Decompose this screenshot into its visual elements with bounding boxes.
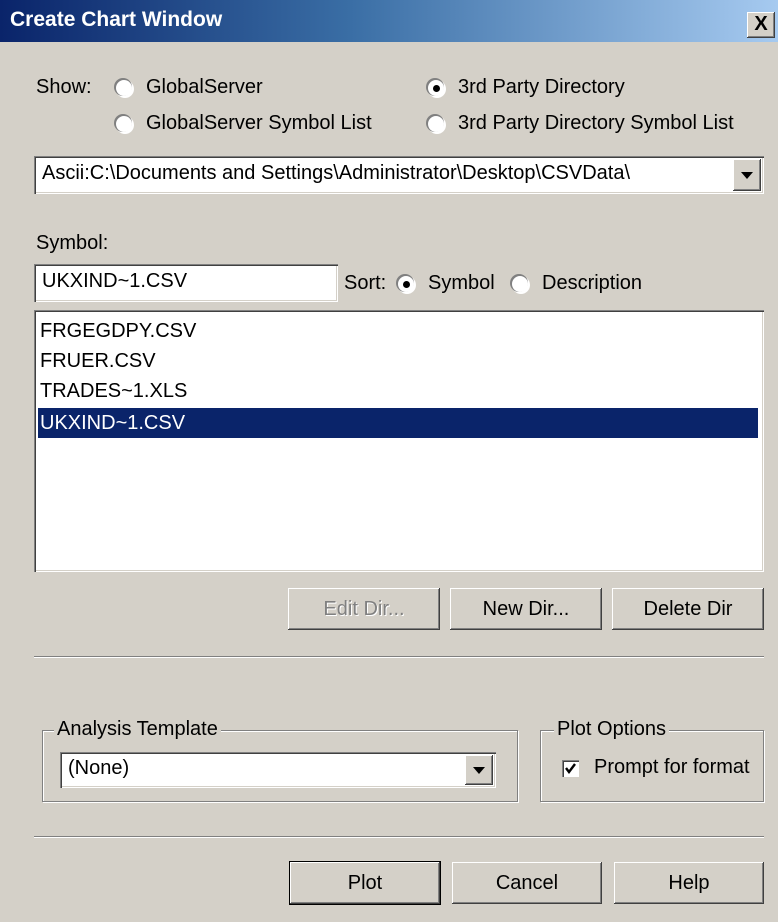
window-title: Create Chart Window <box>10 8 223 31</box>
separator <box>34 836 764 838</box>
new-dir-button[interactable]: New Dir... <box>450 588 602 630</box>
symbol-label: Symbol: <box>36 232 109 254</box>
radio-3rd-party-directory[interactable] <box>428 80 444 96</box>
cancel-button[interactable]: Cancel <box>452 862 602 904</box>
radio-selected-dot <box>433 85 440 92</box>
sort-label: Sort: <box>344 272 387 294</box>
plot-options-title: Plot Options <box>554 718 669 741</box>
list-item[interactable]: TRADES~1.XLS <box>38 376 187 406</box>
directory-combo[interactable]: Ascii:C:\Documents and Settings\Administ… <box>34 156 764 194</box>
help-button[interactable]: Help <box>614 862 764 904</box>
file-list[interactable]: FRGEGDPY.CSV FRUER.CSV TRADES~1.XLS UKXI… <box>34 310 764 572</box>
show-label: Show: <box>36 76 92 98</box>
list-item-selected[interactable]: UKXIND~1.CSV <box>38 408 758 438</box>
symbol-input[interactable]: UKXIND~1.CSV <box>34 264 338 302</box>
analysis-template-select[interactable]: (None) <box>60 752 496 788</box>
prompt-for-format-checkbox[interactable] <box>562 760 579 777</box>
radio-selected-dot <box>403 281 410 288</box>
radio-sort-description[interactable] <box>512 276 528 292</box>
list-item[interactable]: FRGEGDPY.CSV <box>38 316 196 346</box>
analysis-template-dropdown-button[interactable] <box>465 755 493 785</box>
close-button[interactable]: X <box>747 12 775 38</box>
radio-3rd-party-directory-label[interactable]: 3rd Party Directory <box>458 76 625 99</box>
radio-globalserver-label[interactable]: GlobalServer <box>146 76 263 99</box>
chevron-down-icon <box>741 172 753 179</box>
chevron-down-icon <box>473 767 485 774</box>
radio-globalserver-symbol-list[interactable] <box>116 116 132 132</box>
delete-dir-button[interactable]: Delete Dir <box>612 588 764 630</box>
radio-sort-symbol-label[interactable]: Symbol <box>428 272 495 295</box>
separator <box>34 656 764 658</box>
radio-globalserver-symbol-list-label[interactable]: GlobalServer Symbol List <box>146 112 372 135</box>
symbol-value: UKXIND~1.CSV <box>42 270 188 292</box>
prompt-for-format-label[interactable]: Prompt for format <box>594 756 750 779</box>
edit-dir-button[interactable]: Edit Dir... <box>288 588 440 630</box>
title-bar: Create Chart Window X <box>0 0 778 42</box>
plot-button[interactable]: Plot <box>289 861 441 905</box>
directory-dropdown-button[interactable] <box>733 159 761 191</box>
directory-value: Ascii:C:\Documents and Settings\Administ… <box>42 162 631 184</box>
list-item[interactable]: FRUER.CSV <box>38 346 156 376</box>
analysis-template-value: (None) <box>68 757 130 779</box>
radio-sort-description-label[interactable]: Description <box>542 272 642 295</box>
radio-3rd-party-symbol-list[interactable] <box>428 116 444 132</box>
analysis-template-title: Analysis Template <box>54 718 221 741</box>
radio-sort-symbol[interactable] <box>398 276 414 292</box>
radio-3rd-party-symbol-list-label[interactable]: 3rd Party Directory Symbol List <box>458 112 734 135</box>
close-icon: X <box>754 13 768 35</box>
radio-globalserver[interactable] <box>116 80 132 96</box>
checkmark-icon <box>565 763 576 774</box>
